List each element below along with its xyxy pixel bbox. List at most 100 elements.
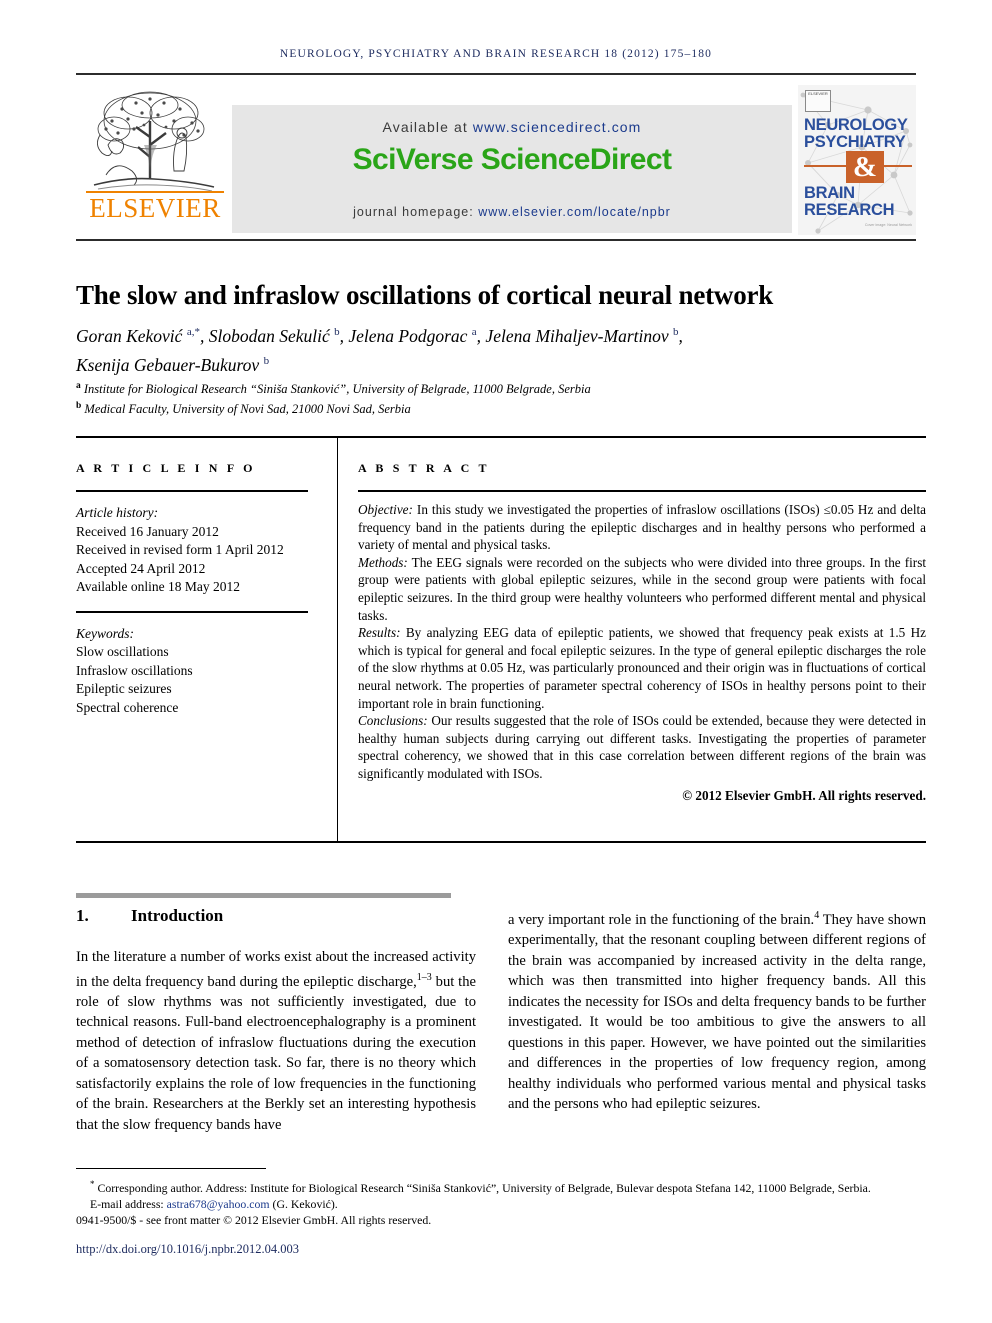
intro-right-part2: They have shown experimentally, that the… (508, 911, 927, 1113)
elsevier-tree-icon (93, 91, 215, 192)
author-affiliation-marker: b (673, 326, 679, 338)
keywords-block: Keywords: Slow oscillations Infraslow osc… (76, 625, 308, 718)
sciencedirect-panel: Available at www.sciencedirect.com SciVe… (232, 105, 792, 233)
author-list: Goran Keković a,*, Slobodan Sekulić b, J… (76, 320, 926, 378)
abstract-conclusions-text: Our results suggested that the role of I… (358, 713, 926, 781)
cover-rule-left (804, 165, 846, 167)
journal-homepage-url[interactable]: www.elsevier.com/locate/npbr (478, 205, 671, 219)
journal-cover-image: ELSEVIER NEUROLOGY PSYCHIATRY & BRAIN RE… (798, 85, 916, 235)
info-block-top-rule (76, 436, 926, 438)
sciencedirect-url[interactable]: www.sciencedirect.com (473, 119, 642, 135)
cover-credit: Cover image: Neural Network (864, 223, 912, 227)
cover-title-research: RESEARCH (804, 201, 895, 219)
abstract-objective: Objective: In this study we investigated… (358, 501, 926, 554)
article-history-item: Received 16 January 2012 (76, 523, 219, 539)
affiliation-item: a Institute for Biological Research “Sin… (76, 381, 591, 397)
article-info-heading: A R T I C L E I N F O (76, 461, 256, 475)
cover-rule-right (884, 165, 912, 167)
info-abstract-divider (337, 438, 338, 841)
keyword-items: Slow oscillations Infraslow oscillations E… (76, 643, 308, 717)
affiliation-marker: b (76, 400, 82, 411)
cover-ampersand: & (846, 151, 884, 183)
abstract-body: Objective: In this study we investigated… (358, 501, 926, 804)
journal-homepage-line: journal homepage: www.elsevier.com/locat… (232, 205, 792, 219)
abstract-copyright: © 2012 Elsevier GmbH. All rights reserve… (682, 787, 926, 803)
abstract-rule (358, 490, 926, 492)
abstract-objective-label: Objective: (358, 502, 413, 517)
keywords-rule (76, 610, 308, 613)
keyword-item[interactable]: Spectral coherence (76, 699, 308, 718)
body-column-right: a very important role in the functioning… (508, 906, 926, 1115)
article-history-items: Received 16 January 2012 Received in revi… (76, 523, 308, 597)
abstract-objective-text: In this study we investigated the proper… (358, 502, 926, 553)
elsevier-logo: ELSEVIER (80, 85, 230, 235)
corresponding-author-text: Corresponding author. Address: Institute… (94, 1180, 871, 1195)
article-history-item: Received in revised form 1 April 2012 (76, 542, 284, 557)
author-line-1: Goran Keković a,*, Slobodan Sekulić b, J… (76, 325, 683, 346)
page-title: The slow and infraslow oscillations of c… (76, 280, 774, 311)
doi-link[interactable]: http://dx.doi.org/10.1016/j.npbr.2012.04… (76, 1242, 676, 1257)
section-title-text: Introduction (131, 906, 224, 925)
author-affiliation-marker: b (334, 326, 340, 338)
author-name: Ksenija Gebauer-Bukurov (76, 354, 264, 375)
article-history-item: Available online 18 May 2012 (76, 579, 240, 594)
journal-running-head: NEUROLOGY, PSYCHIATRY AND BRAIN RESEARCH… (279, 48, 713, 60)
cover-title-bottom: BRAIN RESEARCH (804, 185, 912, 219)
journal-homepage-label: journal homepage: (353, 205, 474, 219)
corresponding-author-note: * Corresponding author. Address: Institu… (76, 1176, 926, 1196)
section-number: 1. (76, 906, 89, 925)
abstract-results-label: Results: (358, 625, 401, 641)
info-block-bottom-rule (76, 841, 926, 843)
abstract-methods-label: Methods: (358, 554, 408, 570)
keyword-item[interactable]: Epileptic seizures (76, 680, 308, 699)
article-history-item: Accepted 24 April 2012 (76, 560, 206, 576)
article-history-block: Article history: Received 16 January 201… (76, 504, 308, 597)
author-affiliation-marker: a,* (186, 326, 200, 338)
footnote-block: * Corresponding author. Address: Institu… (76, 1176, 926, 1229)
sciverse-sciencedirect-logo: SciVerse ScienceDirect (352, 143, 672, 176)
keywords-label: Keywords: (76, 625, 134, 641)
elsevier-wordmark: ELSEVIER (89, 193, 221, 223)
masthead-band: ELSEVIER Available at www.sciencedirect.… (76, 73, 916, 241)
author-name: Jelena Podgorac (348, 325, 472, 346)
section-header-bar (76, 893, 451, 898)
author-line-2: Ksenija Gebauer-Bukurov b (76, 349, 926, 378)
section-heading: 1. Introduction (76, 906, 476, 926)
abstract-heading: A B S T R A C T (358, 461, 490, 475)
cover-title-brain: BRAIN (804, 184, 855, 202)
abstract-conclusions-label: Conclusions: (358, 713, 428, 729)
intro-right-part1: a very important role in the functioning… (508, 911, 815, 928)
article-info-rule (76, 490, 308, 492)
affiliation-marker: a (76, 381, 81, 391)
article-history-label: Article history: (76, 505, 159, 520)
affiliation-item: b Medical Faculty, University of Novi Sa… (76, 400, 411, 416)
abstract-results-text: By analyzing EEG data of epileptic patie… (358, 625, 926, 711)
author-name: Slobodan Sekulić (208, 325, 335, 346)
cover-title-top: NEUROLOGY PSYCHIATRY (804, 117, 912, 151)
abstract-conclusions: Conclusions: Our results suggested that … (358, 712, 926, 782)
footnote-rule (76, 1168, 266, 1169)
keyword-item[interactable]: Infraslow oscillations (76, 662, 308, 681)
intro-left-part2: but the role of slow rhythms was not suf… (76, 973, 476, 1133)
abstract-column: A B S T R A C T Objective: In this study… (358, 461, 926, 804)
keyword-item[interactable]: Slow oscillations (76, 643, 308, 662)
abstract-methods-text: The EEG signals were recorded on the sub… (358, 554, 926, 623)
available-at-line: Available at www.sciencedirect.com (232, 119, 792, 135)
intro-paragraph-right: a very important role in the functioning… (508, 906, 926, 1115)
email-owner: (G. Keković). (272, 1197, 338, 1212)
author-affiliation-marker: a (471, 326, 477, 338)
author-name: Jelena Mihaljev-Martinov (485, 325, 673, 346)
author-name: Goran Keković (76, 325, 187, 346)
article-info-column: A R T I C L E I N F O Article history: R… (76, 461, 308, 717)
intro-paragraph-left: In the literature a number of works exis… (76, 947, 476, 1135)
affiliation-list: a Institute for Biological Research “Sin… (76, 378, 926, 417)
abstract-results: Results: By analyzing EEG data of epilep… (358, 624, 926, 712)
email-label: E-mail address: (90, 1197, 164, 1212)
email-link[interactable]: astra678@yahoo.com (167, 1197, 270, 1211)
body-column-left: In the literature a number of works exis… (76, 947, 476, 1135)
abstract-methods: Methods: The EEG signals were recorded o… (358, 554, 926, 624)
issn-copyright-line: 0941-9500/$ - see front matter © 2012 El… (76, 1213, 432, 1228)
citation-ref-1-3[interactable]: 1–3 (417, 972, 432, 983)
cover-elsevier-mini-logo: ELSEVIER (805, 90, 831, 112)
email-note: E-mail address: astra678@yahoo.com (G. K… (76, 1196, 926, 1212)
